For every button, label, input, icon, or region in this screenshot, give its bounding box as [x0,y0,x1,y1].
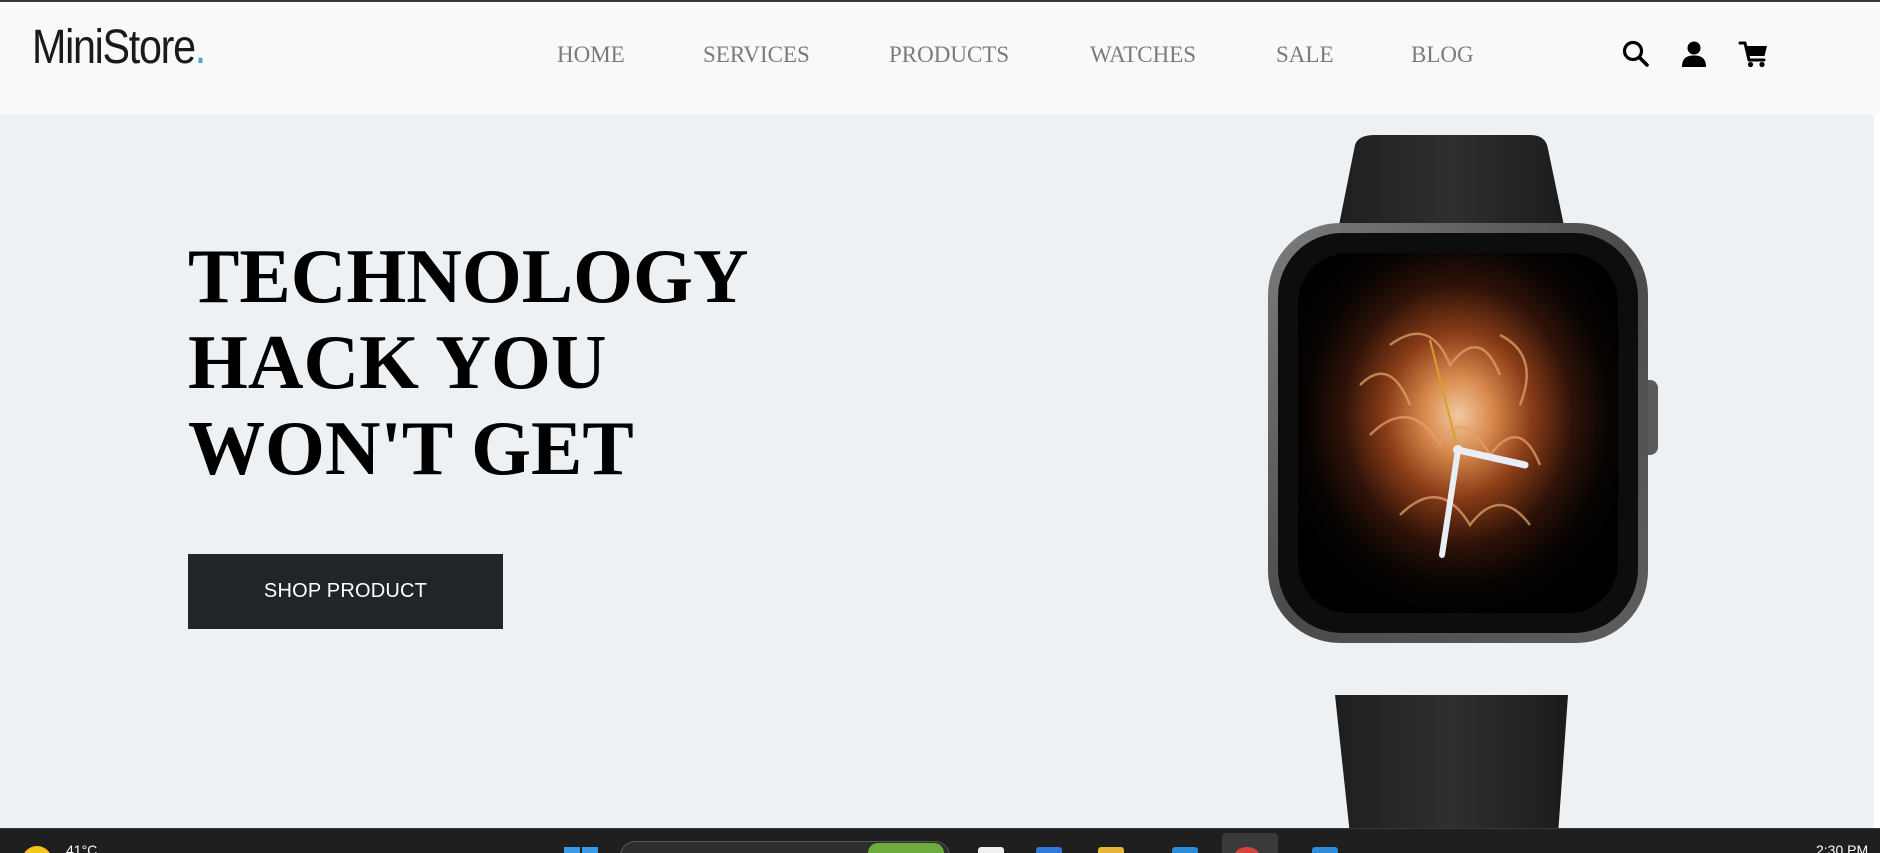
weather-sun-icon[interactable] [22,846,52,853]
logo-text: MiniStore [32,21,196,74]
nav-sale[interactable]: SALE [1276,42,1334,68]
logo-dot: . [194,21,206,74]
smartwatch-image [1268,135,1658,828]
hero-headline: TECHNOLOGY HACK YOU WON'T GET [188,233,748,491]
vscode-icon[interactable] [1312,847,1338,853]
file-explorer-icon[interactable] [1098,847,1124,853]
site-logo[interactable]: MiniStore. [32,20,206,75]
taskbar-clock[interactable]: 2:30 PM [1816,842,1868,853]
headline-line-3: WON'T GET [188,405,634,491]
header-icons [1620,38,1780,70]
search-highlight-icon [868,843,944,853]
edge-browser-icon[interactable] [1036,847,1062,853]
nav-services[interactable]: SERVICES [703,42,810,68]
store-icon[interactable] [1172,847,1198,853]
headline-line-2: HACK YOU [188,319,607,405]
site-header: MiniStore. HOME SERVICES PRODUCTS WATCHE… [0,2,1880,115]
nav-blog[interactable]: BLOG [1411,42,1474,68]
hero-banner: TECHNOLOGY HACK YOU WON'T GET SHOP PRODU… [0,115,1874,828]
os-taskbar: 41°C 2:30 PM [0,828,1880,853]
user-icon[interactable] [1678,38,1710,70]
task-view-icon[interactable] [978,847,1004,853]
nav-home[interactable]: HOME [557,42,625,68]
nav-watches[interactable]: WATCHES [1090,42,1196,68]
cart-icon[interactable] [1738,38,1770,70]
search-icon[interactable] [1620,38,1652,70]
nav-products[interactable]: PRODUCTS [889,42,1009,68]
shop-product-button[interactable]: SHOP PRODUCT [188,554,503,629]
headline-line-1: TECHNOLOGY [188,233,749,319]
weather-temperature[interactable]: 41°C [66,842,97,853]
windows-start-icon[interactable] [564,847,600,853]
page-right-edge [1874,115,1880,828]
